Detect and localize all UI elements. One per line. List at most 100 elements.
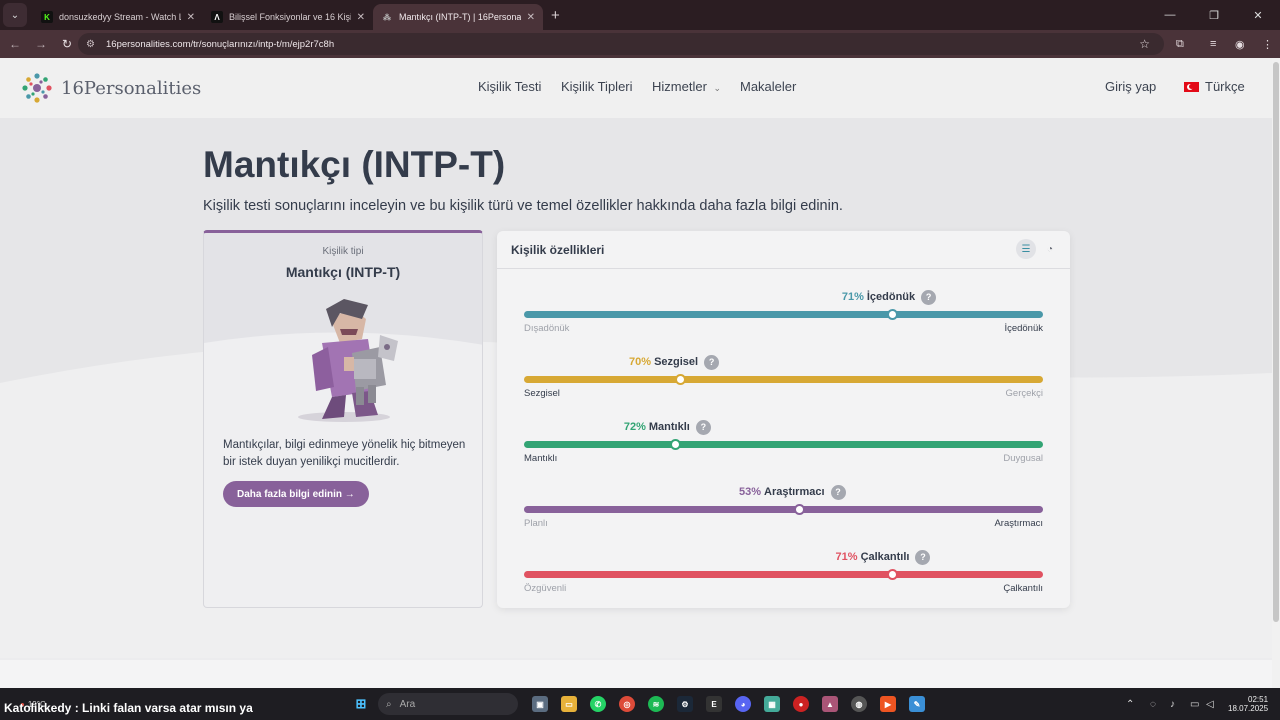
volume-icon[interactable]: ◁ — [1206, 688, 1214, 720]
minimize-icon[interactable]: — — [1148, 0, 1192, 30]
site-info-icon[interactable]: ⚙ — [86, 39, 98, 50]
tray-app-icon[interactable]: ◌ — [1150, 688, 1156, 720]
media-control-icon[interactable]: ≡ — [1210, 30, 1216, 58]
type-card-label: Kişilik tipi — [322, 246, 364, 257]
trait-bar — [524, 506, 1043, 513]
trait-name: Sezgisel — [654, 356, 699, 368]
tab-title: donsuzkedyy Stream - Watch L — [59, 12, 181, 22]
browser-tab-active[interactable]: ⁂ Mantıkçı (INTP-T) | 16Personali ✕ — [373, 4, 543, 30]
back-icon[interactable]: ← — [2, 37, 28, 51]
app-icon[interactable]: ◍ — [851, 696, 867, 712]
tab-search-button[interactable]: ⌄ — [3, 3, 27, 27]
close-tab-icon[interactable]: ✕ — [527, 12, 535, 23]
close-window-icon[interactable]: ✕ — [1236, 0, 1280, 30]
tray-chevron-icon[interactable]: ⌃ — [1126, 688, 1134, 720]
network-icon[interactable]: ▭ — [1190, 688, 1199, 720]
close-tab-icon[interactable]: ✕ — [357, 12, 365, 23]
taskbar-search[interactable]: ⌕ Ara — [378, 693, 518, 715]
file-explorer-icon[interactable]: ▭ — [561, 696, 577, 712]
trait-left-pole: Mantıklı — [524, 453, 558, 464]
16p-favicon-icon: ⁂ — [383, 12, 391, 22]
trait-row: 71% İçedönük ? Dışadönük İçedönük — [524, 289, 1043, 349]
app-icon[interactable]: ● — [793, 696, 809, 712]
trait-marker — [794, 504, 806, 515]
nav-services[interactable]: Hizmetler ⌄ — [652, 79, 721, 94]
nav-services-label: Hizmetler — [652, 79, 707, 94]
page-scrollbar[interactable] — [1272, 58, 1280, 688]
type-description: Mantıkçılar, bilgi edinmeye yönelik hiç … — [223, 439, 466, 468]
trait-right-pole: Çalkantılı — [1003, 583, 1043, 594]
spotify-icon[interactable]: ≋ — [648, 696, 664, 712]
language-selector[interactable]: Türkçe — [1184, 79, 1245, 94]
pie-chart-view-icon[interactable]: ◔ — [1040, 239, 1060, 259]
clock[interactable]: 02:51 18.07.2025 — [1228, 688, 1268, 720]
personality-type-card: Kişilik tipi Mantıkçı (INTP-T) Mantıkçıl… — [203, 230, 483, 608]
task-view-icon[interactable]: ▣ — [532, 696, 548, 712]
logician-character-illustration — [298, 299, 398, 422]
steam-icon[interactable]: ⚙ — [677, 696, 693, 712]
trait-name: Çalkantılı — [860, 551, 910, 563]
app-icon[interactable]: ▦ — [764, 696, 780, 712]
trait-row: 71% Çalkantılı ? Özgüvenli Çalkantılı — [524, 549, 1043, 609]
trait-percent: 72% — [623, 421, 646, 433]
search-icon: ⌕ — [386, 698, 392, 710]
trait-left-pole: Planlı — [524, 518, 548, 529]
windows-start-icon[interactable]: ⊞ — [353, 696, 369, 712]
new-tab-icon[interactable]: + — [551, 7, 560, 24]
media-player-icon[interactable]: ▶ — [880, 696, 896, 712]
windows-taskbar: ● 19°C Katolikkedy : Linki falan varsa a… — [0, 688, 1280, 720]
discord-icon[interactable]: ◕ — [735, 696, 751, 712]
trait-name: Araştırmacı — [764, 486, 825, 498]
profile-avatar-icon[interactable]: ◉ — [1235, 30, 1245, 58]
search-placeholder: Ara — [399, 698, 416, 710]
help-icon[interactable]: ? — [830, 484, 846, 500]
site-logo[interactable]: 16Personalities — [19, 70, 201, 106]
microphone-icon[interactable]: ♪ — [1170, 688, 1175, 720]
trait-name: İçedönük — [866, 291, 916, 303]
login-link[interactable]: Giriş yap — [1105, 79, 1156, 94]
browser-tab[interactable]: K donsuzkedyy Stream - Watch L ✕ — [33, 4, 203, 30]
trait-bar — [524, 571, 1043, 578]
trait-left-pole: Dışadönük — [524, 323, 570, 334]
16personalities-logo-icon — [22, 73, 52, 103]
browser-tab[interactable]: Λ Bilişsel Fonksiyonlar ve 16 Kişili ✕ — [203, 4, 373, 30]
reload-icon[interactable]: ↻ — [54, 37, 80, 51]
clock-date: 18.07.2025 — [1228, 704, 1269, 713]
help-icon[interactable]: ? — [915, 549, 931, 565]
browser-menu-icon[interactable]: ⋮ — [1262, 30, 1273, 58]
epic-games-icon[interactable]: E — [706, 696, 722, 712]
trait-bar — [524, 376, 1043, 383]
bookmark-star-icon[interactable]: ☆ — [1139, 37, 1150, 51]
nav-personality-types[interactable]: Kişilik Tipleri — [561, 79, 633, 94]
url-field[interactable]: ⚙ 16personalities.com/tr/sonuçlarınızı/i… — [78, 33, 1164, 55]
close-tab-icon[interactable]: ✕ — [187, 12, 195, 23]
trait-label: 71% İçedönük ? — [842, 289, 937, 305]
help-icon[interactable]: ? — [921, 289, 937, 305]
help-icon[interactable]: ? — [695, 419, 711, 435]
nav-personality-test[interactable]: Kişilik Testi — [478, 79, 541, 94]
extensions-icon[interactable]: ⧉ — [1176, 30, 1184, 58]
tab-title: Bilişsel Fonksiyonlar ve 16 Kişili — [229, 12, 351, 22]
nav-articles[interactable]: Makaleler — [740, 79, 796, 94]
trait-bar — [524, 311, 1043, 318]
trait-right-pole: Araştırmacı — [994, 518, 1043, 529]
trait-row: 70% Sezgisel ? Sezgisel Gerçekçi — [524, 354, 1043, 414]
scrollbar-thumb[interactable] — [1273, 62, 1279, 622]
learn-more-button[interactable]: Daha fazla bilgi edinin → — [223, 481, 369, 507]
photos-icon[interactable]: ▲ — [822, 696, 838, 712]
help-icon[interactable]: ? — [704, 354, 720, 370]
trait-left-pole: Sezgisel — [524, 388, 560, 399]
trait-row: 53% Araştırmacı ? Planlı Araştırmacı — [524, 484, 1043, 544]
whatsapp-icon[interactable]: ✆ — [590, 696, 606, 712]
trait-marker — [669, 439, 681, 450]
trait-percent: 70% — [629, 356, 652, 368]
forward-icon[interactable]: → — [28, 37, 54, 51]
chrome-icon[interactable]: ◎ — [619, 696, 635, 712]
app-icon[interactable]: ✎ — [909, 696, 925, 712]
sliders-view-icon[interactable]: ☰ — [1016, 239, 1036, 259]
site-favicon-icon: Λ — [211, 11, 223, 23]
web-page: 16Personalities Kişilik Testi Kişilik Ti… — [0, 58, 1272, 688]
restore-icon[interactable]: ❐ — [1192, 0, 1236, 30]
view-toggle: ☰ ◔ — [1016, 239, 1060, 259]
trait-marker — [674, 374, 686, 385]
